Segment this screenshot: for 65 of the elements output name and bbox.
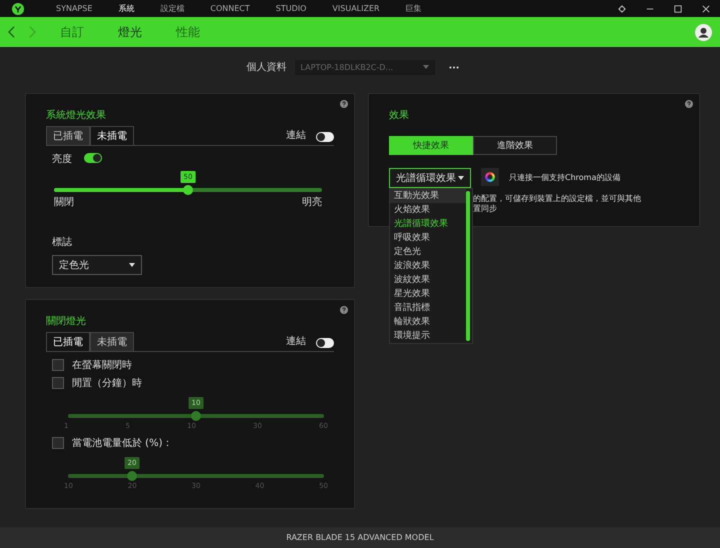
checkbox-label: 當電池電量低於 (%)： [72,436,172,450]
checkbox[interactable] [52,377,64,389]
panel-title: 效果 [389,109,410,122]
menu-item[interactable]: 波浪效果 [390,259,466,273]
checkbox[interactable] [52,359,64,371]
close-icon[interactable] [702,4,710,12]
scrollbar[interactable] [466,191,470,341]
slider-thumb[interactable] [183,185,193,195]
nav-tab[interactable]: 系統 [118,0,134,17]
link-toggle[interactable] [316,338,334,348]
caret-icon [422,65,428,69]
menu-item[interactable]: 星光效果 [390,287,466,301]
panel-title: 系統燈光效果 [46,108,107,122]
profile-label: 個人資料 [246,60,286,74]
brightness-toggle[interactable] [84,152,102,162]
power-tab[interactable]: 已插電 [46,126,90,145]
checkbox[interactable] [52,437,64,449]
menu-item[interactable]: 輪狀效果 [390,315,466,329]
max-label: 明亮 [302,196,322,209]
checkbox-label: 在螢幕關閉時 [72,358,132,372]
nav-tab[interactable]: SYNAPSE [56,0,92,17]
caret-icon [458,176,464,180]
nav-tab[interactable]: 設定檔 [160,0,184,17]
nav-tab[interactable]: VISUALIZER [332,0,380,17]
chroma-note: 只連接一個支持Chroma的設備 [509,172,620,182]
power-tab[interactable]: 已插電 [46,332,90,351]
help-icon[interactable] [340,100,348,108]
logo-label: 標誌 [52,236,73,249]
avatar-icon[interactable] [695,24,712,40]
chroma-icon [481,168,499,186]
effect-dropdown[interactable]: 光譜循環效果 [389,168,471,188]
link-label: 連結 [286,128,306,142]
description-text: 的配置，可儲存到裝置上的設定檔，並可與其他 [473,194,642,204]
help-icon[interactable] [340,306,348,314]
help-icon[interactable] [685,100,693,108]
nav-tab[interactable]: CONNECT [210,0,250,17]
menu-item[interactable]: 互動光效果 [390,189,466,203]
link-toggle[interactable] [316,132,334,142]
mode-tab[interactable]: 快捷效果 [389,136,473,155]
menu-item[interactable]: 波紋效果 [390,273,466,287]
more-icon[interactable] [448,66,458,68]
menu-item[interactable]: 音訊指標 [390,301,466,315]
menu-item[interactable]: 火焰效果 [390,203,466,217]
sub-tab[interactable]: 燈光 [118,24,142,40]
menu-item[interactable]: 光譜循環效果 [390,217,466,231]
maximize-icon[interactable] [674,4,682,12]
checkbox-label: 閒置（分鐘）時 [72,376,142,390]
device-name: RAZER BLADE 15 ADVANCED MODEL [286,533,434,542]
panel-title: 關閉燈光 [46,314,87,328]
min-label: 關閉 [54,196,74,209]
nav-tab[interactable]: STUDIO [276,0,306,17]
settings-icon[interactable] [618,4,626,12]
menu-item[interactable]: 定色光 [390,245,466,259]
menu-item[interactable]: 環境提示 [390,329,466,343]
mode-tab[interactable]: 進階效果 [473,136,557,155]
power-tab[interactable]: 未插電 [90,126,134,145]
power-tab[interactable]: 未插電 [90,332,134,351]
nav-tab[interactable]: 巨集 [406,0,422,17]
back-icon[interactable] [8,26,15,38]
brightness-label: 亮度 [52,152,72,166]
logo-dropdown[interactable]: 定色光 [52,255,142,275]
menu-item[interactable]: 呼吸效果 [390,231,466,245]
caret-icon [129,263,135,267]
link-label: 連結 [286,334,306,348]
description-text: 置同步 [473,204,498,214]
